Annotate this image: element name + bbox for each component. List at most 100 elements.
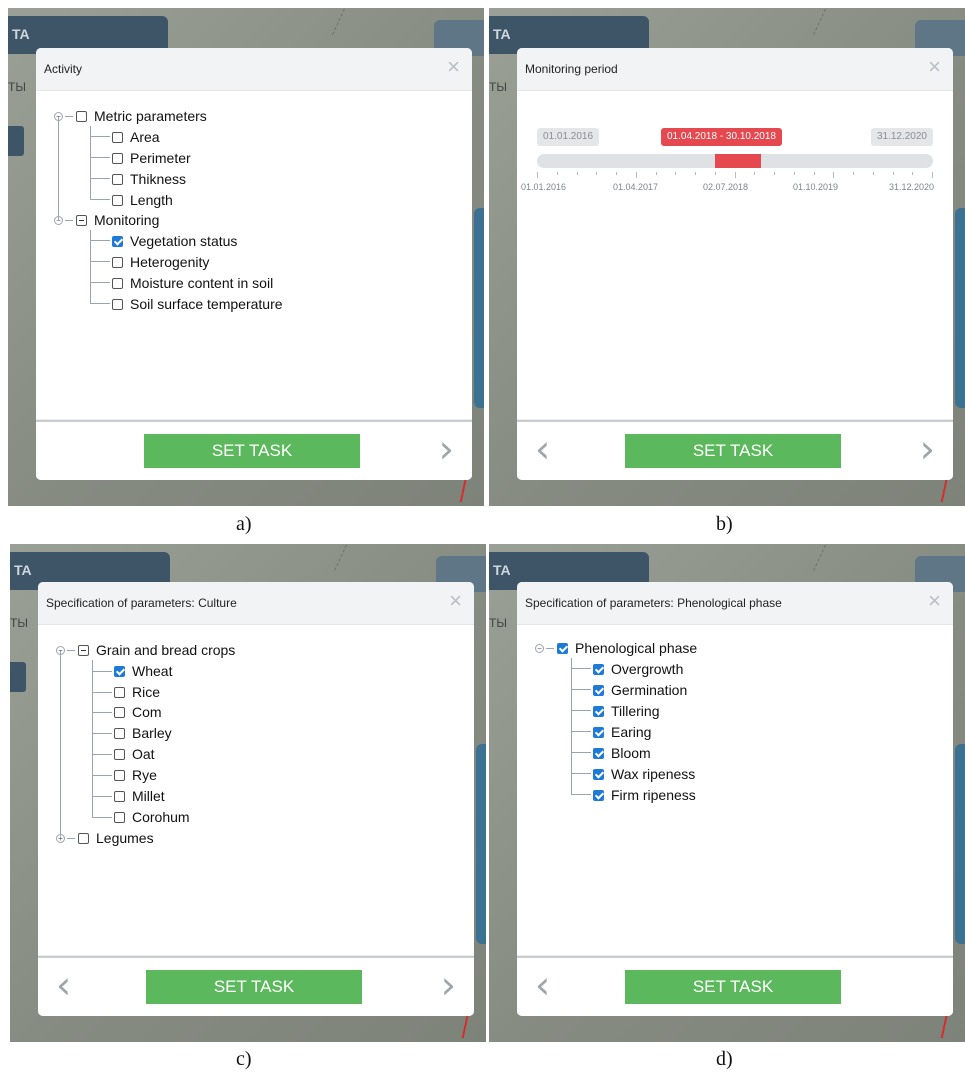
timeline-selected-range[interactable]	[715, 154, 761, 168]
checkbox[interactable]	[76, 214, 87, 226]
tree-item[interactable]: Com	[114, 702, 162, 722]
checkbox[interactable]	[114, 665, 125, 677]
tree-item[interactable]: Germination	[593, 680, 687, 700]
tree-item[interactable]: Moisture content in soil	[112, 273, 273, 293]
checkbox[interactable]	[114, 769, 125, 781]
next-arrow-icon[interactable]: ›	[439, 430, 454, 468]
tree-item[interactable]: Heterogenity	[112, 252, 209, 272]
tree-item[interactable]: Perimeter	[112, 148, 191, 168]
tree-group-phenological[interactable]: − Phenological phase	[535, 638, 697, 658]
map-side-block[interactable]	[10, 662, 26, 692]
checkbox[interactable]	[112, 298, 123, 310]
tree-item[interactable]: Corohum	[114, 807, 190, 827]
tree-item[interactable]: Bloom	[593, 743, 651, 763]
checkbox[interactable]	[112, 194, 123, 206]
collapse-icon[interactable]: −	[54, 111, 63, 121]
prev-arrow-icon[interactable]: ‹	[56, 966, 71, 1004]
checkbox[interactable]	[76, 110, 87, 122]
tree-label: Rye	[132, 767, 157, 783]
tree-line	[90, 178, 110, 179]
set-task-button[interactable]: SET TASK	[625, 970, 841, 1004]
timeline-ticks	[537, 172, 933, 178]
tree-item[interactable]: Length	[112, 190, 173, 210]
checkbox[interactable]	[112, 173, 123, 185]
tree-label: Soil surface temperature	[130, 296, 283, 312]
tree-item[interactable]: Wax ripeness	[593, 764, 695, 784]
checkbox[interactable]	[112, 277, 123, 289]
panel-b: TA ТЫ Monitoring period × 01.01.2016 01.…	[489, 8, 965, 506]
timeline-tick	[556, 172, 558, 175]
tree-item[interactable]: Wheat	[114, 661, 172, 681]
checkbox[interactable]	[593, 726, 604, 738]
close-icon[interactable]: ×	[447, 56, 460, 78]
set-task-button[interactable]: SET TASK	[144, 434, 360, 468]
tree-item[interactable]: Rye	[114, 765, 157, 785]
tree-item[interactable]: Tillering	[593, 701, 660, 721]
tree-line	[90, 126, 91, 200]
close-icon[interactable]: ×	[449, 590, 462, 612]
collapse-icon[interactable]: −	[56, 645, 65, 655]
tree-label: Heterogenity	[130, 254, 210, 270]
set-task-button[interactable]: SET TASK	[625, 434, 841, 468]
prev-arrow-icon[interactable]: ‹	[535, 966, 550, 1004]
map-field-shape	[476, 744, 486, 944]
checkbox[interactable]	[593, 768, 604, 780]
checkbox[interactable]	[114, 727, 125, 739]
next-arrow-icon[interactable]: ›	[920, 430, 935, 468]
prev-arrow-icon[interactable]: ‹	[535, 430, 550, 468]
tree-line	[571, 752, 591, 753]
dialog-header: Specification of parameters: Phenologica…	[517, 582, 953, 625]
checkbox[interactable]	[593, 663, 604, 675]
tree-item[interactable]: Firm ripeness	[593, 785, 696, 805]
checkbox[interactable]	[114, 686, 125, 698]
checkbox[interactable]	[78, 832, 89, 844]
timeline-tick	[537, 172, 538, 178]
set-task-button[interactable]: SET TASK	[146, 970, 362, 1004]
checkbox[interactable]	[593, 789, 604, 801]
tree-label: Moisture content in soil	[130, 275, 274, 291]
tree-item[interactable]: Barley	[114, 723, 172, 743]
timeline-tick	[576, 172, 578, 175]
tree-item[interactable]: Thikness	[112, 169, 186, 189]
map-side-block[interactable]	[8, 126, 24, 156]
checkbox[interactable]	[112, 131, 123, 143]
timeline-tick	[833, 172, 835, 178]
checkbox[interactable]	[593, 747, 604, 759]
timeline-track[interactable]	[537, 154, 933, 168]
checkbox[interactable]	[114, 706, 125, 718]
tree-item[interactable]: Oat	[114, 744, 155, 764]
tree-item[interactable]: Soil surface temperature	[112, 294, 283, 314]
next-arrow-icon[interactable]: ›	[441, 966, 456, 1004]
tree-group-monitoring[interactable]: − Monitoring	[54, 210, 159, 230]
tree-item[interactable]: Earing	[593, 722, 651, 742]
tree-group-grain[interactable]: − Grain and bread crops	[56, 640, 235, 660]
tree-item[interactable]: Overgrowth	[593, 659, 683, 679]
checkbox[interactable]	[114, 811, 125, 823]
collapse-icon[interactable]: −	[535, 643, 544, 653]
expand-icon[interactable]: +	[56, 833, 65, 843]
collapse-icon[interactable]: −	[54, 215, 63, 225]
tree-group-metric[interactable]: − Metric parameters	[54, 106, 207, 126]
close-icon[interactable]: ×	[928, 590, 941, 612]
timeline-tick	[793, 172, 795, 175]
map-tab-label: TA	[14, 562, 32, 578]
tree-label: Area	[130, 129, 160, 145]
tree-item[interactable]: Area	[112, 127, 160, 147]
checkbox[interactable]	[557, 642, 568, 654]
tree-item[interactable]: Rice	[114, 682, 160, 702]
tree-item[interactable]: Millet	[114, 786, 165, 806]
checkbox[interactable]	[112, 235, 123, 247]
timeline-range-tag[interactable]: 01.04.2018 - 30.10.2018	[661, 128, 782, 146]
tree-group-legumes[interactable]: + Legumes	[56, 828, 154, 848]
checkbox[interactable]	[78, 644, 89, 656]
checkbox[interactable]	[593, 684, 604, 696]
checkbox[interactable]	[593, 705, 604, 717]
checkbox[interactable]	[114, 790, 125, 802]
caption-a: a)	[236, 513, 252, 535]
close-icon[interactable]: ×	[928, 56, 941, 78]
tree-item[interactable]: Vegetation status	[112, 231, 237, 251]
checkbox[interactable]	[112, 152, 123, 164]
checkbox[interactable]	[112, 256, 123, 268]
timeline-axis-label: 01.01.2016	[521, 182, 567, 192]
checkbox[interactable]	[114, 748, 125, 760]
